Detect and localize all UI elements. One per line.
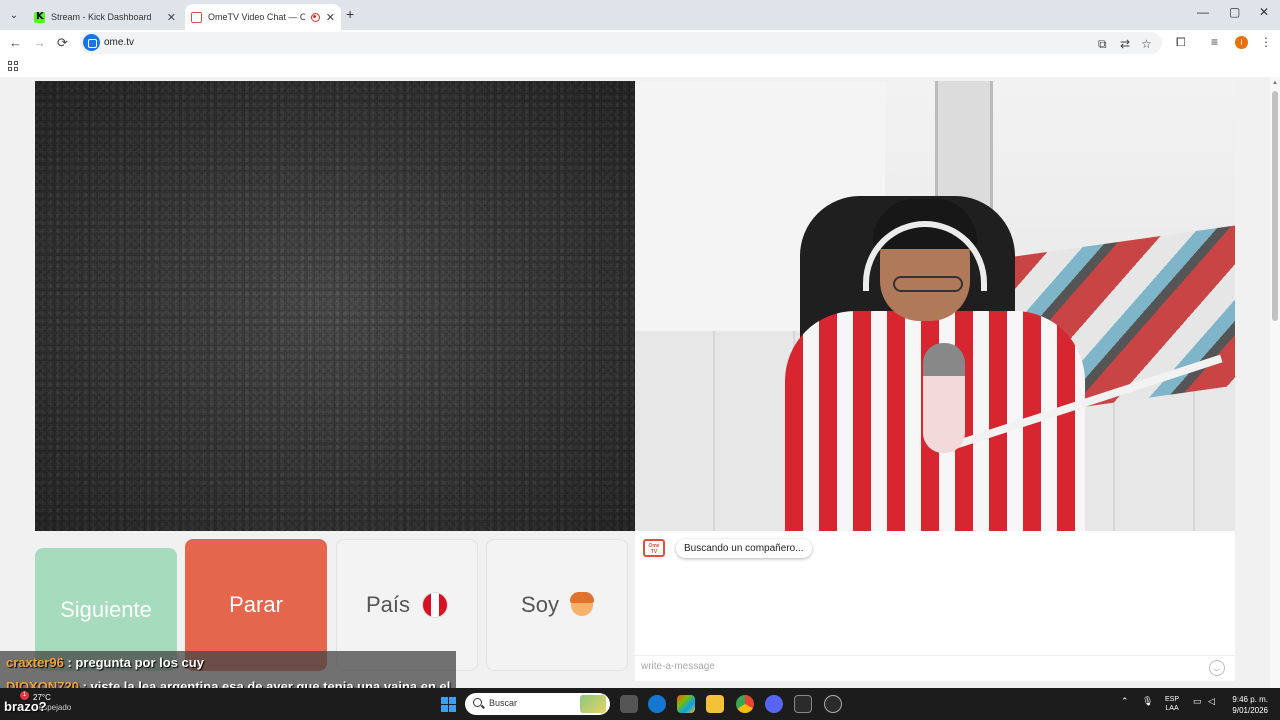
clock-time: 9:46 p. m. [1232, 695, 1268, 704]
tray-chevron-icon[interactable]: ⌃ [1121, 696, 1129, 707]
message-input-area [635, 655, 1235, 681]
volume-icon[interactable]: ◁ [1208, 696, 1215, 707]
scroll-up-icon[interactable]: ▲ [1272, 80, 1278, 86]
search-icon [473, 698, 482, 707]
ometv-logo: Ome TV [643, 539, 665, 557]
tab-title: Stream - Kick Dashboard [51, 12, 152, 22]
search-placeholder: Buscar [489, 698, 518, 708]
system-clock[interactable]: 9:46 p. m. 9/01/2026 [1226, 694, 1268, 716]
chat-panel: Ome TV Buscando un compañero... [635, 531, 1235, 681]
video-glasses [893, 276, 963, 292]
next-button-label: Siguiente [60, 596, 152, 622]
status-message: Buscando un compañero... [676, 539, 812, 558]
gender-button-label: Soy [521, 592, 559, 617]
bookmarks-bar [0, 57, 1280, 77]
back-button[interactable]: ← [9, 35, 22, 50]
clock-date: 9/01/2026 [1232, 706, 1268, 715]
windows-taskbar: 1 27°C Despejado Buscar ⌃ 🎙 ESP LAA ▭ ◁ … [0, 688, 1280, 720]
translate-icon[interactable]: ⇄ [1120, 37, 1130, 51]
partner-video-static [35, 81, 635, 531]
address-bar[interactable]: ome.tv ⧉ ⇄ ☆ [80, 32, 1162, 54]
capcut-icon[interactable] [794, 695, 812, 713]
taskbar-search[interactable]: Buscar [465, 693, 610, 715]
message-input[interactable] [641, 661, 1201, 672]
scroll-thumb[interactable] [1272, 91, 1278, 321]
tab-search-icon[interactable]: ⌄ [5, 6, 23, 24]
apps-grid-icon[interactable] [8, 61, 18, 71]
overlay-chat-message: craxter96 : pregunta por los cuy [0, 651, 456, 675]
overlay-username: craxter96 [6, 655, 64, 670]
peru-flag-icon [422, 592, 449, 618]
stop-button-label: Parar [229, 592, 283, 617]
profile-avatar[interactable]: I [1235, 36, 1248, 49]
lang-primary: ESP [1165, 696, 1180, 703]
recording-icon [310, 12, 320, 22]
media-control-icon[interactable]: ≡ [1211, 35, 1218, 49]
overlay-text: : pregunta por los cuy [63, 655, 204, 670]
tab-strip: ⌄ Stream - Kick Dashboard ✕ OmeTV Video … [0, 0, 1280, 30]
extensions-icon[interactable]: ⧠ [1176, 35, 1186, 50]
new-tab-button[interactable]: + [346, 6, 354, 22]
tab-ometv[interactable]: OmeTV Video Chat — Ome ✕ [185, 4, 341, 30]
bookmark-star-icon[interactable]: ☆ [1141, 37, 1152, 51]
tab-title: OmeTV Video Chat — Ome [208, 12, 305, 22]
gender-button[interactable]: Soy [486, 539, 628, 671]
forward-button[interactable]: → [33, 35, 46, 50]
country-button-label: País [365, 592, 411, 617]
chrome-icon[interactable] [736, 695, 754, 713]
self-camera-video [635, 81, 1235, 531]
browser-toolbar: ← → ⟳ ome.tv ⧉ ⇄ ☆ ⧠ ≡ ⋮ [0, 30, 1280, 57]
tab-kick-dashboard[interactable]: Stream - Kick Dashboard ✕ [28, 4, 182, 30]
close-window-button[interactable]: ✕ [1259, 5, 1269, 19]
overlay-text-continuation: brazo? [4, 699, 47, 714]
start-button[interactable] [441, 697, 456, 712]
menu-icon[interactable]: ⋮ [1260, 35, 1272, 49]
page-scrollbar[interactable]: ▲ [1270, 77, 1280, 688]
url-text: ome.tv [104, 37, 135, 48]
copilot-icon[interactable] [677, 695, 695, 713]
language-indicator[interactable]: ESP LAA [1165, 695, 1179, 713]
task-view-icon[interactable] [620, 695, 638, 713]
ometv-icon [191, 11, 202, 23]
kick-icon [34, 11, 45, 23]
search-highlight-image [580, 695, 606, 713]
reload-button[interactable]: ⟳ [57, 35, 68, 51]
minimize-button[interactable]: — [1197, 5, 1209, 19]
video-microphone [923, 343, 965, 453]
microphone-icon[interactable]: 🎙 [1142, 696, 1153, 707]
close-tab-icon[interactable]: ✕ [167, 11, 176, 24]
boy-emoji-icon [569, 592, 594, 616]
close-tab-icon[interactable]: ✕ [326, 11, 335, 24]
obs-icon[interactable] [824, 695, 842, 713]
cast-icon[interactable]: ⧉ [1098, 37, 1107, 52]
site-info-icon[interactable] [83, 34, 100, 51]
lang-secondary: LAA [1165, 705, 1179, 712]
network-icon[interactable]: ▭ [1193, 696, 1202, 707]
discord-icon[interactable] [765, 695, 783, 713]
emoji-picker-icon[interactable] [1209, 660, 1225, 676]
file-explorer-icon[interactable] [706, 695, 724, 713]
edge-icon[interactable] [648, 695, 666, 713]
maximize-button[interactable]: ▢ [1229, 5, 1240, 19]
